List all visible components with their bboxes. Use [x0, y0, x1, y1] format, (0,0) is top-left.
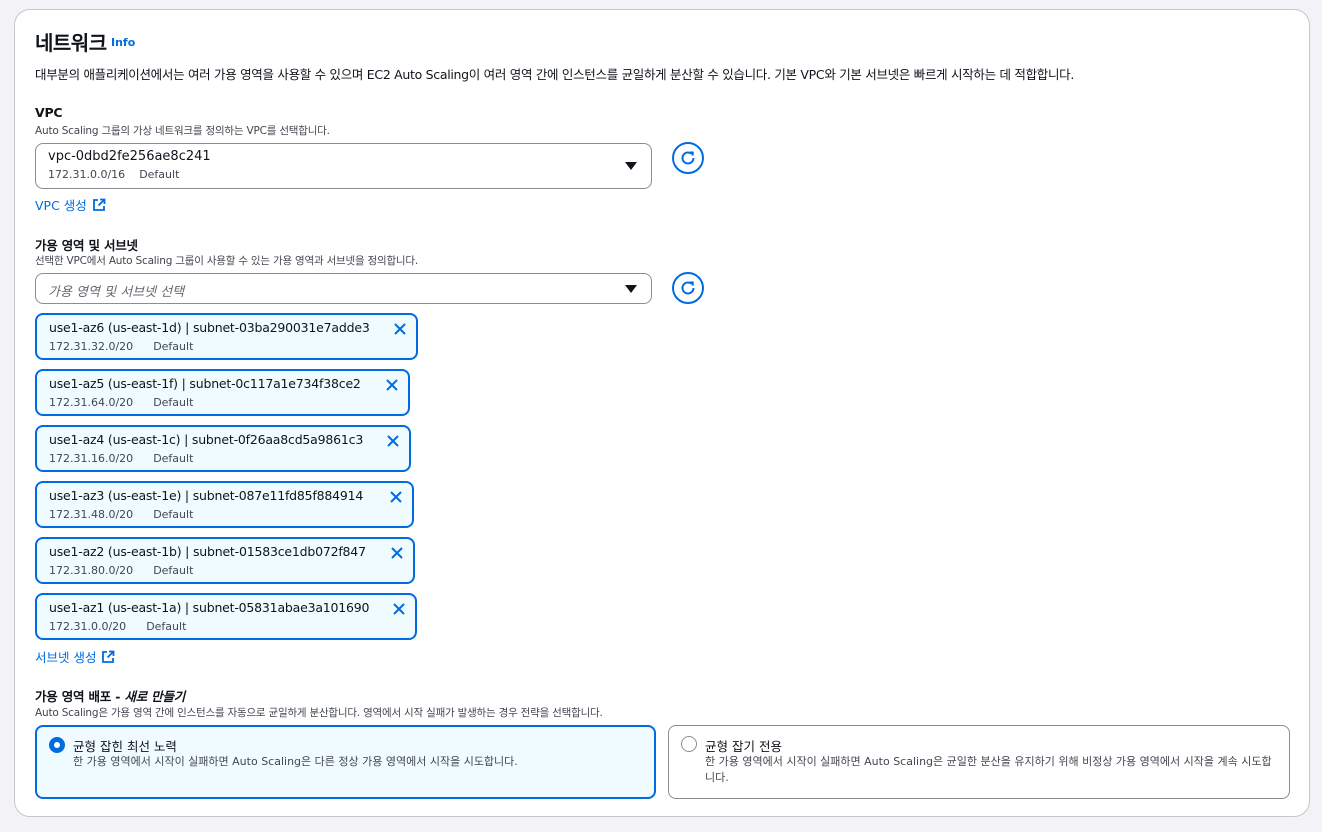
refresh-icon [681, 151, 695, 165]
subnet-token-name: use1-az3 (us-east-1e) | subnet-087e11fd8… [49, 488, 364, 503]
subnet-token-meta: 172.31.0.0/20 Default [49, 620, 186, 633]
vpc-selected-id: vpc-0dbd2fe256ae8c241 [48, 149, 211, 164]
distribution-label: 가용 영역 배포 - 새로 만들기 [35, 686, 185, 705]
external-link-icon [92, 198, 106, 211]
strategy-option-description: 한 가용 영역에서 시작이 실패하면 Auto Scaling은 다른 정상 가… [73, 755, 518, 768]
close-icon[interactable] [392, 602, 406, 616]
subnet-token: use1-az6 (us-east-1d) | subnet-03ba29003… [35, 313, 418, 360]
subnet-tag: Default [153, 396, 194, 409]
close-icon[interactable] [393, 322, 407, 336]
strategy-option-title: 균형 잡힌 최선 노력 [73, 739, 177, 754]
strategy-option-balanced-only[interactable]: 균형 잡기 전용 한 가용 영역에서 시작이 실패하면 Auto Scaling… [668, 725, 1290, 799]
subnets-refresh-button[interactable] [672, 272, 704, 304]
subnet-token: use1-az5 (us-east-1f) | subnet-0c117a1e7… [35, 369, 410, 416]
vpc-tag: Default [139, 168, 180, 181]
subnets-placeholder: 가용 영역 및 서브넷 선택 [48, 285, 185, 300]
vpc-select[interactable]: vpc-0dbd2fe256ae8c241 172.31.0.0/16 Defau… [35, 143, 652, 189]
subnet-token-name: use1-az1 (us-east-1a) | subnet-05831abae… [49, 600, 370, 615]
create-subnet-link[interactable]: 서브넷 생성 [35, 647, 115, 666]
subnet-token-name: use1-az6 (us-east-1d) | subnet-03ba29003… [49, 320, 370, 335]
subnet-cidr: 172.31.48.0/20 [49, 508, 134, 521]
close-icon[interactable] [390, 546, 404, 560]
external-link-icon [102, 650, 115, 663]
vpc-cidr: 172.31.0.0/16 [48, 168, 126, 181]
subnets-label: 가용 영역 및 서브넷 [35, 238, 138, 253]
distribution-label-prefix: 가용 영역 배포 - [35, 689, 125, 704]
section-description: 대부분의 애플리케이션에서는 여러 가용 영역을 사용할 수 있으며 EC2 A… [35, 67, 1075, 82]
vpc-label: VPC [35, 105, 63, 120]
create-vpc-link[interactable]: VPC 생성 [35, 195, 106, 214]
distribution-description: Auto Scaling은 가용 영역 간에 인스턴스를 자동으로 균일하게 분… [35, 707, 603, 719]
strategy-option-description: 한 가용 영역에서 시작이 실패하면 Auto Scaling은 균일한 분산을… [705, 755, 1272, 784]
section-title: 네트워크 [35, 31, 107, 55]
subnet-token: use1-az4 (us-east-1c) | subnet-0f26aa8cd… [35, 425, 411, 472]
subnet-tag: Default [153, 452, 194, 465]
subnet-tag: Default [153, 508, 194, 521]
subnet-token-name: use1-az5 (us-east-1f) | subnet-0c117a1e7… [49, 376, 361, 391]
close-icon[interactable] [385, 378, 399, 392]
subnet-token: use1-az1 (us-east-1a) | subnet-05831abae… [35, 593, 417, 640]
subnet-tag: Default [153, 564, 194, 577]
refresh-icon [681, 281, 695, 295]
info-link[interactable]: Info [111, 36, 135, 49]
subnets-select[interactable]: 가용 영역 및 서브넷 선택 [35, 273, 652, 304]
subnet-tag: Default [153, 340, 194, 353]
subnet-token: use1-az2 (us-east-1b) | subnet-01583ce1d… [35, 537, 415, 584]
create-vpc-link-label: VPC 생성 [35, 198, 87, 213]
subnet-token-meta: 172.31.48.0/20 Default [49, 508, 193, 521]
subnets-description: 선택한 VPC에서 Auto Scaling 그룹이 사용할 수 있는 가용 영… [35, 255, 418, 267]
strategy-option-balanced-best-effort[interactable]: 균형 잡힌 최선 노력 한 가용 영역에서 시작이 실패하면 Auto Scal… [35, 725, 656, 799]
caret-down-icon [625, 162, 637, 170]
vpc-description: Auto Scaling 그룹의 가상 네트워크를 정의하는 VPC를 선택합니… [35, 125, 330, 137]
close-icon[interactable] [389, 490, 403, 504]
subnet-tag: Default [146, 620, 187, 633]
create-subnet-link-label: 서브넷 생성 [35, 650, 97, 665]
subnet-cidr: 172.31.16.0/20 [49, 452, 134, 465]
subnet-token-meta: 172.31.64.0/20 Default [49, 396, 193, 409]
subnet-token-meta: 172.31.32.0/20 Default [49, 340, 193, 353]
subnet-cidr: 172.31.32.0/20 [49, 340, 134, 353]
caret-down-icon [625, 285, 637, 293]
subnet-token-meta: 172.31.80.0/20 Default [49, 564, 193, 577]
vpc-refresh-button[interactable] [672, 142, 704, 174]
vpc-selected-meta: 172.31.0.0/16 Default [48, 168, 179, 181]
subnet-token-name: use1-az4 (us-east-1c) | subnet-0f26aa8cd… [49, 432, 364, 447]
subnet-token: use1-az3 (us-east-1e) | subnet-087e11fd8… [35, 481, 414, 528]
subnet-cidr: 172.31.80.0/20 [49, 564, 134, 577]
subnet-token-meta: 172.31.16.0/20 Default [49, 452, 193, 465]
subnet-cidr: 172.31.64.0/20 [49, 396, 134, 409]
subnet-token-name: use1-az2 (us-east-1b) | subnet-01583ce1d… [49, 544, 366, 559]
strategy-option-title: 균형 잡기 전용 [705, 739, 782, 754]
radio-unselected-icon[interactable] [681, 736, 697, 752]
subnet-cidr: 172.31.0.0/20 [49, 620, 127, 633]
radio-selected-icon[interactable] [49, 737, 65, 753]
distribution-label-new: 새로 만들기 [124, 689, 186, 704]
close-icon[interactable] [386, 434, 400, 448]
network-panel: 네트워크 Info 대부분의 애플리케이션에서는 여러 가용 영역을 사용할 수… [14, 9, 1310, 817]
